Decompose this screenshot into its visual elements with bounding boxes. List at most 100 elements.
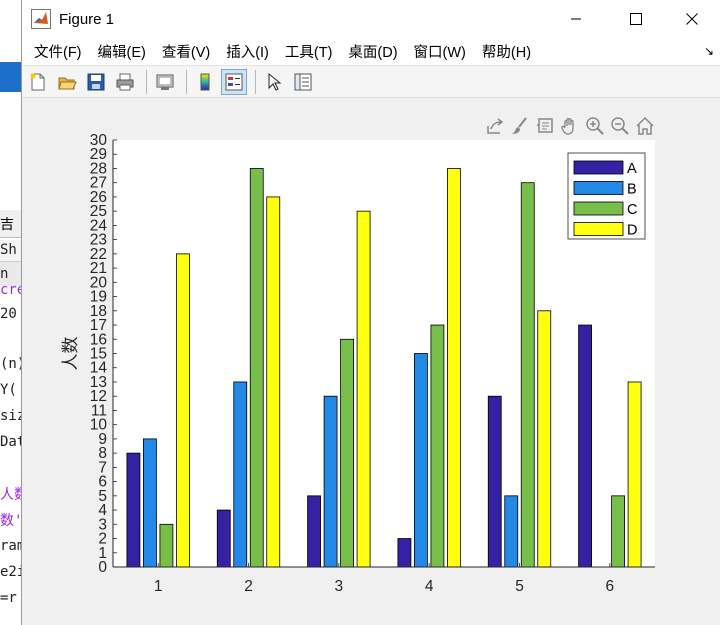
bar-D-3: [356, 210, 371, 568]
window-title: Figure 1: [59, 10, 115, 28]
new-figure-button[interactable]: [25, 69, 51, 95]
pointer-button[interactable]: [261, 69, 287, 95]
editor-line: 20: [0, 306, 17, 322]
new-figure-icon: [30, 73, 45, 90]
y-tick-label: 30: [90, 132, 108, 149]
legend-label-A: A: [627, 161, 637, 177]
x-tick-label: 3: [335, 578, 344, 595]
menu-edit[interactable]: 编辑(E): [90, 41, 154, 62]
toolbar-separator: [186, 69, 187, 94]
bar-C-4: [430, 324, 445, 568]
legend-label-D: D: [627, 223, 637, 239]
bar-A-2: [216, 509, 231, 568]
editor-line: =r: [0, 590, 17, 606]
brush-button[interactable]: [507, 115, 532, 137]
y-axis-label: 人数: [61, 337, 81, 371]
matlab-icon: [31, 9, 51, 29]
editor-line: Y(: [0, 382, 17, 398]
plot-layer: 0123456789101112131415161718192021222324…: [61, 132, 655, 595]
bar-B-3: [323, 395, 338, 568]
editor-line: 数': [0, 513, 23, 529]
figure-canvas: 0 1 2 3 4 5 6 7 8 9 10 11 12 13 14 15 16 17 18 19 20 21 22 23 24…: [22, 99, 720, 625]
bar-A-6: [578, 324, 592, 568]
bar-D-4: [447, 168, 461, 568]
x-tick-label: 4: [425, 578, 434, 595]
figure-toolbar: [22, 66, 720, 98]
title-bar: Figure 1: [22, 0, 720, 38]
legend-swatch-B: [573, 181, 624, 195]
bar-B-5: [504, 495, 519, 568]
bar-B-4: [414, 353, 428, 568]
bar-C-6: [611, 495, 625, 568]
maximize-button[interactable]: [612, 0, 660, 38]
menu-view[interactable]: 查看(V): [154, 41, 218, 62]
menu-bar: 文件(F) 编辑(E) 查看(V) 插入(I) 工具(T) 桌面(D) 窗口(W…: [22, 38, 720, 66]
save-button[interactable]: [83, 69, 109, 95]
bar-C-3: [340, 338, 354, 568]
bar-D-5: [537, 310, 552, 568]
legend-label-B: B: [627, 182, 637, 198]
home-icon: [635, 116, 654, 135]
editor-tab: 吉: [0, 210, 22, 238]
editor-line: n: [0, 266, 9, 282]
minimize-icon: [571, 18, 581, 20]
link-plot-icon: [156, 74, 174, 90]
toolbar-separator: [146, 69, 147, 94]
bar-chart: 0123456789101112131415161718192021222324…: [61, 132, 655, 595]
bar-D-1: [176, 253, 190, 568]
pan-button[interactable]: [557, 115, 582, 137]
bar-C-2: [249, 168, 264, 568]
property-inspector-button[interactable]: [290, 69, 316, 95]
close-button[interactable]: [668, 0, 716, 38]
open-file-button[interactable]: [54, 69, 80, 95]
zoom-in-icon: [585, 117, 604, 135]
zoom-in-button[interactable]: [582, 115, 607, 137]
menu-window[interactable]: 窗口(W): [406, 41, 474, 62]
legend-button[interactable]: [221, 68, 247, 95]
print-icon: [116, 73, 134, 90]
legend-icon: [225, 73, 243, 90]
zoom-out-icon: [610, 117, 629, 135]
close-icon: [686, 13, 698, 25]
home-button[interactable]: [632, 115, 657, 137]
dock-icon[interactable]: ↘: [704, 44, 714, 58]
data-tips-button[interactable]: [532, 115, 557, 137]
legend-swatch-A: [573, 160, 624, 175]
x-tick-label: 6: [606, 578, 615, 595]
x-tick-label: 5: [515, 578, 524, 595]
menu-insert[interactable]: 插入(I): [218, 41, 277, 62]
bar-B-1: [143, 438, 157, 568]
zoom-out-button[interactable]: [607, 115, 632, 137]
save-icon: [87, 73, 105, 90]
bar-B-2: [233, 381, 248, 568]
editor-selection-strip: [0, 62, 22, 92]
x-tick-label: 2: [244, 578, 253, 595]
export-button[interactable]: [482, 115, 507, 137]
menu-file[interactable]: 文件(F): [26, 41, 90, 62]
open-file-icon: [58, 77, 77, 89]
colorbar-icon: [200, 73, 210, 90]
menu-desktop[interactable]: 桌面(D): [340, 41, 405, 62]
bar-A-5: [487, 395, 502, 568]
legend-label-C: C: [627, 202, 637, 218]
pan-icon: [560, 117, 574, 135]
colorbar-button[interactable]: [192, 69, 218, 95]
legend-swatch-D: [573, 222, 624, 236]
minimize-button[interactable]: [552, 0, 600, 38]
maximize-icon: [630, 13, 642, 25]
legend-swatch-C: [573, 201, 624, 216]
menu-help[interactable]: 帮助(H): [474, 41, 539, 62]
export-icon: [486, 118, 503, 134]
bar-C-5: [520, 182, 535, 568]
figure-window: Figure 1 文件(F) 编辑(E) 查看(V) 插入(I) 工具(T) 桌…: [21, 0, 720, 625]
link-plot-button[interactable]: [152, 69, 178, 95]
data-tips-icon: [536, 118, 553, 133]
bar-C-1: [159, 523, 174, 568]
editor-line: Sh: [0, 242, 17, 258]
x-tick-label: 1: [154, 578, 163, 595]
brush-icon: [511, 117, 527, 134]
menu-tools[interactable]: 工具(T): [277, 41, 341, 62]
bar-A-3: [307, 495, 321, 568]
print-button[interactable]: [112, 69, 138, 95]
bar-A-1: [126, 452, 141, 568]
